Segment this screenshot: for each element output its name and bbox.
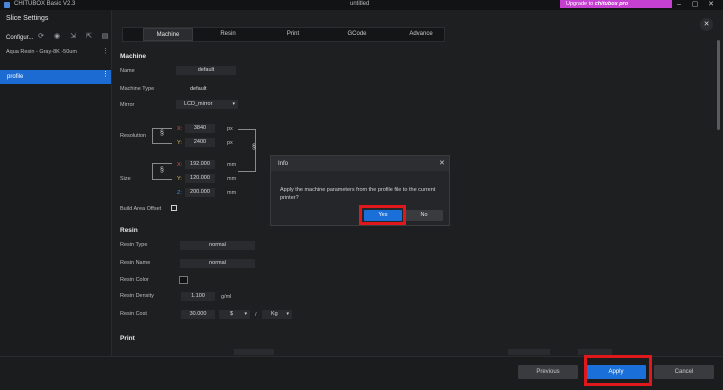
currency-select[interactable]: $ ▾ [219,310,250,319]
print-field-partial [508,349,550,355]
dialog-close-icon[interactable]: ✕ [439,159,445,167]
size-z-input[interactable]: 200.000 [185,188,215,197]
cost-unit-select[interactable]: Kg ▾ [262,310,292,319]
settings-tabs: Machine Resin Print GCode Advance [122,27,445,42]
size-label: Size [120,176,131,182]
mirror-value: LCD_mirror [184,101,213,107]
sidebar-title: Slice Settings [6,15,49,22]
size-x-input[interactable]: 192.000 [185,160,215,169]
cost-per-separator: / [255,312,257,318]
resin-name-input[interactable]: normal [180,259,255,268]
title-bar: CHITUBOX Basic V2.3 untitled Upgrade to … [0,0,723,10]
slice-settings-sidebar: Slice Settings Configur... ⟳ ◉ ⇲ ⇱ ▤ Aqu… [0,10,112,390]
resin-color-label: Resin Color [120,277,149,283]
size-y-input[interactable]: 120.000 [185,174,215,183]
currency-value: $ [230,311,234,317]
density-unit: g/ml [221,294,232,300]
close-panel-icon[interactable]: ✕ [700,18,713,31]
resin-name-label: Resin Name [120,260,151,266]
document-title: untitled [350,1,370,7]
res-y-unit: px [227,140,233,146]
build-area-offset-checkbox[interactable] [171,205,177,211]
resolution-label: Resolution [120,133,146,139]
tab-advance[interactable]: Advance [396,28,446,41]
machine-name-input[interactable]: default [176,66,236,75]
app-title: CHITUBOX Basic V2.3 [14,1,76,7]
minimize-button[interactable]: – [672,0,686,10]
resin-density-label: Resin Density [120,293,154,299]
resin-type-label: Resin Type [120,242,148,248]
res-x-input[interactable]: 3840 [185,124,215,133]
link-icon[interactable]: § [160,130,164,137]
more-options-icon[interactable]: ⋮ [102,47,109,55]
upgrade-label: Upgrade to [566,1,594,7]
resin-cost-label: Resin Cost [120,311,147,317]
resin-color-swatch[interactable] [179,276,188,284]
mirror-select[interactable]: LCD_mirror ▾ [176,100,238,109]
import-icon[interactable]: ⇲ [69,33,77,41]
refresh-icon[interactable]: ⟳ [37,33,45,41]
config-dropdown[interactable]: Configur... [6,35,33,41]
aspect-link-icon[interactable]: § [252,144,256,151]
tab-print[interactable]: Print [268,28,318,41]
apply-highlight-box [584,355,652,386]
profile-label: profile [7,74,24,80]
resin-density-input[interactable]: 1.100 [181,292,215,301]
res-y-input[interactable]: 2400 [185,138,215,147]
cancel-button[interactable]: Cancel [654,365,714,379]
print-section-title: Print [120,335,135,342]
chevron-down-icon: ▾ [286,311,289,317]
cost-unit-value: Kg [271,311,278,317]
res-y-axis: Y: [177,140,182,146]
export-icon[interactable]: ⇱ [85,33,93,41]
profile-more-icon[interactable]: ⋮ [102,70,109,78]
no-button[interactable]: No [405,210,443,221]
name-label: Name [120,68,135,74]
resin-type-input[interactable]: normal [180,241,255,250]
size-y-unit: mm [227,176,237,182]
size-z-axis: Z: [177,190,182,196]
chevron-down-icon: ▾ [244,311,247,317]
document-icon[interactable]: ▤ [101,33,109,41]
tab-machine[interactable]: Machine [143,28,193,41]
resin-cost-input[interactable]: 30.000 [181,310,215,319]
print-field-partial [234,349,274,355]
sidebar-item-profile[interactable]: profile ⋮ [0,70,111,84]
sidebar-item-resin-profile[interactable]: Aqua Resin - Gray-8K -50um [6,49,77,55]
maximize-button[interactable]: ▢ [688,0,702,10]
size-z-unit: mm [227,190,237,196]
machine-type-value: default [190,86,207,92]
previous-button[interactable]: Previous [518,365,578,379]
tab-gcode[interactable]: GCode [332,28,382,41]
build-area-offset-label: Build Area Offset [120,206,162,212]
size-link-icon[interactable]: § [160,167,164,174]
close-window-button[interactable]: ✕ [704,0,718,10]
size-x-unit: mm [227,162,237,168]
mirror-label: Mirror [120,102,135,108]
content-scrollbar[interactable] [717,40,720,130]
tab-resin[interactable]: Resin [203,28,253,41]
dialog-title: Info [278,161,289,167]
app-logo-icon [4,2,10,8]
machine-type-label: Machine Type [120,86,155,92]
res-x-axis: X: [177,126,183,132]
dialog-header: Info ✕ [271,156,449,171]
size-y-axis: Y: [177,176,182,182]
resin-section-title: Resin [120,227,138,234]
res-x-unit: px [227,126,233,132]
size-x-axis: X: [177,162,183,168]
dialog-message: Apply the machine parameters from the pr… [280,187,436,201]
machine-section-title: Machine [120,53,147,60]
yes-highlight-box [359,205,406,225]
upgrade-button[interactable]: Upgrade to chitubox pro [560,0,672,8]
view-icon[interactable]: ◉ [53,33,61,41]
chevron-down-icon: ▾ [232,101,235,107]
upgrade-brand: chitubox pro [594,1,629,7]
